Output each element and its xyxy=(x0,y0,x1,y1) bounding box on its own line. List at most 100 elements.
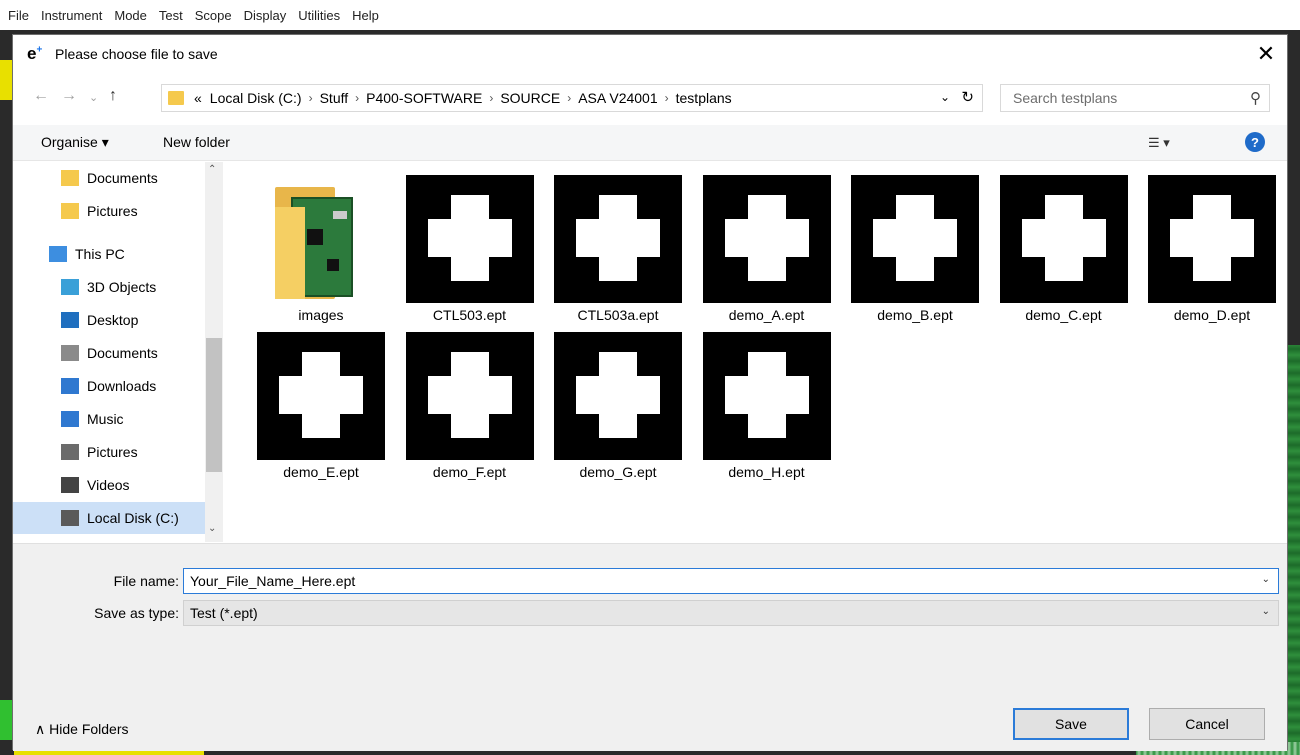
app-menu-item[interactable]: Mode xyxy=(108,8,153,23)
breadcrumb-item[interactable]: testplans xyxy=(672,90,736,106)
new-folder-button[interactable]: New folder xyxy=(163,134,230,150)
breadcrumb-separator-icon[interactable]: › xyxy=(662,91,672,105)
scroll-up-icon[interactable]: ⌃ xyxy=(208,164,216,175)
sidebar-item-label: Music xyxy=(87,411,124,427)
folder-icon xyxy=(61,203,79,219)
file-item[interactable]: demo_H.ept xyxy=(699,332,839,492)
file-item[interactable]: CTL503.ept xyxy=(402,175,542,335)
app-menu-item[interactable]: Test xyxy=(153,8,189,23)
save-type-value: Test (*.ept) xyxy=(190,605,258,621)
breadcrumb-separator-icon[interactable]: › xyxy=(352,91,362,105)
file-item[interactable]: demo_D.ept xyxy=(1144,175,1284,335)
plus-icon xyxy=(1148,175,1276,303)
breadcrumb-separator-icon[interactable]: › xyxy=(486,91,496,105)
desktop-icon xyxy=(61,312,79,328)
breadcrumb-item[interactable]: Local Disk (C:) xyxy=(206,90,306,106)
file-name: CTL503.ept xyxy=(432,307,507,323)
plus-icon xyxy=(702,332,831,460)
sidebar-item[interactable]: Documents xyxy=(13,337,205,369)
search-input[interactable]: Search testplans ⚲ xyxy=(1000,84,1270,112)
plus-icon xyxy=(702,175,831,303)
app-background-panel xyxy=(0,700,12,740)
app-background-pcb xyxy=(1288,345,1300,745)
file-item[interactable]: demo_A.ept xyxy=(699,175,839,335)
sidebar-item[interactable]: Desktop xyxy=(13,304,205,336)
app-menu-item[interactable]: Display xyxy=(238,8,293,23)
file-item[interactable]: demo_C.ept xyxy=(996,175,1136,335)
refresh-icon[interactable]: ↻ xyxy=(961,88,974,106)
file-name: demo_E.ept xyxy=(283,464,359,480)
breadcrumb-separator-icon[interactable]: › xyxy=(564,91,574,105)
breadcrumb-item[interactable]: Stuff xyxy=(316,90,353,106)
save-button[interactable]: Save xyxy=(1013,708,1129,740)
sidebar-item[interactable]: 3D Objects xyxy=(13,271,205,303)
sidebar-item-label: Documents xyxy=(87,170,158,186)
breadcrumb-separator-icon[interactable]: › xyxy=(306,91,316,105)
file-name: images xyxy=(298,307,344,323)
sidebar-item-label: Downloads xyxy=(87,378,157,394)
document-icon xyxy=(61,345,79,361)
sidebar-item[interactable]: Local Disk (C:) xyxy=(13,502,205,534)
forward-arrow-icon[interactable]: → xyxy=(61,87,77,105)
file-name-value: Your_File_Name_Here.ept xyxy=(190,573,356,589)
file-name-input[interactable]: Your_File_Name_Here.ept ⌄ xyxy=(183,568,1279,594)
folder-item[interactable]: images xyxy=(253,175,393,335)
up-arrow-icon[interactable]: ↑ xyxy=(109,87,117,105)
file-item[interactable]: demo_B.ept xyxy=(847,175,987,335)
plus-icon xyxy=(257,332,385,460)
organise-menu-button[interactable]: Organise ▾ xyxy=(41,134,109,151)
app-menu-item[interactable]: Utilities xyxy=(292,8,346,23)
hide-folders-button[interactable]: ∧ Hide Folders xyxy=(35,721,129,738)
app-menu-item[interactable]: File xyxy=(2,8,35,23)
file-item[interactable]: demo_F.ept xyxy=(402,332,542,492)
address-bar[interactable]: « Local Disk (C:) › Stuff › P400-SOFTWAR… xyxy=(161,84,983,112)
file-item[interactable]: demo_E.ept xyxy=(253,332,393,492)
sidebar-item[interactable]: Videos xyxy=(13,469,205,501)
plus-icon xyxy=(554,332,682,460)
file-name-label: File name: xyxy=(113,573,179,589)
recent-locations-icon[interactable]: ⌄ xyxy=(89,91,98,104)
cancel-button[interactable]: Cancel xyxy=(1149,708,1265,740)
save-file-dialog: e+ Please choose file to save ✕ ← → ⌄ ↑ … xyxy=(12,34,1288,751)
plus-icon xyxy=(999,175,1128,303)
breadcrumb-overflow[interactable]: « xyxy=(190,90,206,106)
command-toolbar: Organise ▾ New folder ☰ ▾ ? xyxy=(13,125,1287,161)
app-menu-item[interactable]: Scope xyxy=(189,8,238,23)
app-menu-item[interactable]: Instrument xyxy=(35,8,108,23)
save-type-select[interactable]: Test (*.ept) ⌄ xyxy=(183,600,1279,626)
file-name: demo_F.ept xyxy=(432,464,507,480)
file-item[interactable]: demo_G.ept xyxy=(550,332,690,492)
sidebar-item[interactable]: Downloads xyxy=(13,370,205,402)
sidebar-item[interactable]: Stuff(\\...1) ( xyxy=(13,537,205,542)
help-icon[interactable]: ? xyxy=(1245,132,1265,152)
save-options-panel: File name: Your_File_Name_Here.ept ⌄ Sav… xyxy=(13,543,1287,751)
breadcrumb-item[interactable]: SOURCE xyxy=(496,90,564,106)
back-arrow-icon[interactable]: ← xyxy=(33,87,49,105)
scroll-down-icon[interactable]: ⌄ xyxy=(208,523,216,534)
folder-icon xyxy=(168,91,184,105)
sidebar-item-label: Documents xyxy=(87,345,158,361)
close-button[interactable]: ✕ xyxy=(1245,35,1287,73)
video-icon xyxy=(61,477,79,493)
file-item[interactable]: CTL503a.ept xyxy=(550,175,690,335)
breadcrumb-item[interactable]: P400-SOFTWARE xyxy=(362,90,486,106)
save-type-dropdown-icon[interactable]: ⌄ xyxy=(1262,606,1270,617)
scrollbar-thumb[interactable] xyxy=(206,338,222,472)
app-logo-icon: e+ xyxy=(27,44,43,63)
sidebar-item[interactable]: Pictures xyxy=(13,195,205,227)
picture-icon xyxy=(61,444,79,460)
navigation-pane: Documents Pictures This PC 3D Objects Deskto… xyxy=(13,162,225,542)
breadcrumb-item[interactable]: ASA V24001 xyxy=(574,90,661,106)
sidebar-item[interactable]: Pictures xyxy=(13,436,205,468)
file-name-dropdown-icon[interactable]: ⌄ xyxy=(1262,574,1270,585)
drive-icon xyxy=(61,510,79,526)
sidebar-item[interactable]: Documents xyxy=(13,162,205,194)
sidebar-item-label: Local Disk (C:) xyxy=(87,510,179,526)
address-dropdown-icon[interactable]: ⌄ xyxy=(940,90,950,104)
sidebar-item[interactable]: Music xyxy=(13,403,205,435)
view-options-icon[interactable]: ☰ ▾ xyxy=(1148,135,1170,151)
cube-icon xyxy=(61,279,79,295)
search-icon[interactable]: ⚲ xyxy=(1250,89,1261,107)
app-menu-item[interactable]: Help xyxy=(346,8,385,23)
sidebar-item[interactable]: This PC xyxy=(13,238,205,270)
